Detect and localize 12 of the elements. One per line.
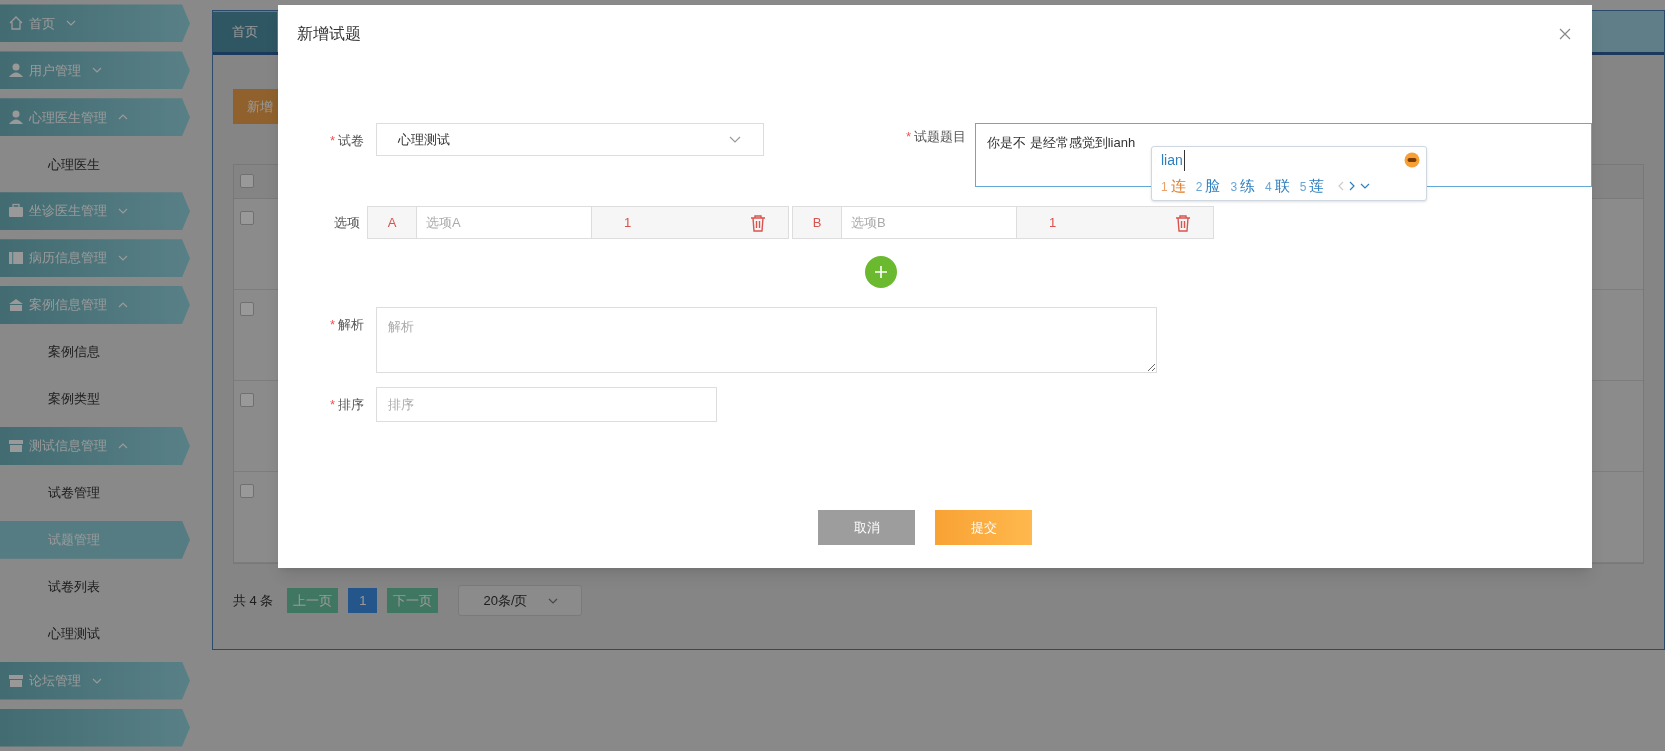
field-label: * 排序 (328, 396, 364, 414)
dialog-title: 新增试题 (297, 24, 361, 44)
field-label: * 试卷 (328, 132, 364, 150)
required-mark: * (329, 397, 335, 412)
field-label: * 解析 (328, 316, 364, 334)
required-mark: * (906, 129, 912, 144)
field-label: 选项 (333, 214, 360, 232)
field-label: * 试题题目 (905, 128, 967, 146)
required-mark: * (329, 133, 335, 148)
ime-composition: lian (1161, 149, 1185, 171)
required-mark: * (329, 317, 335, 332)
total-count: 共 4 条 (233, 591, 274, 610)
